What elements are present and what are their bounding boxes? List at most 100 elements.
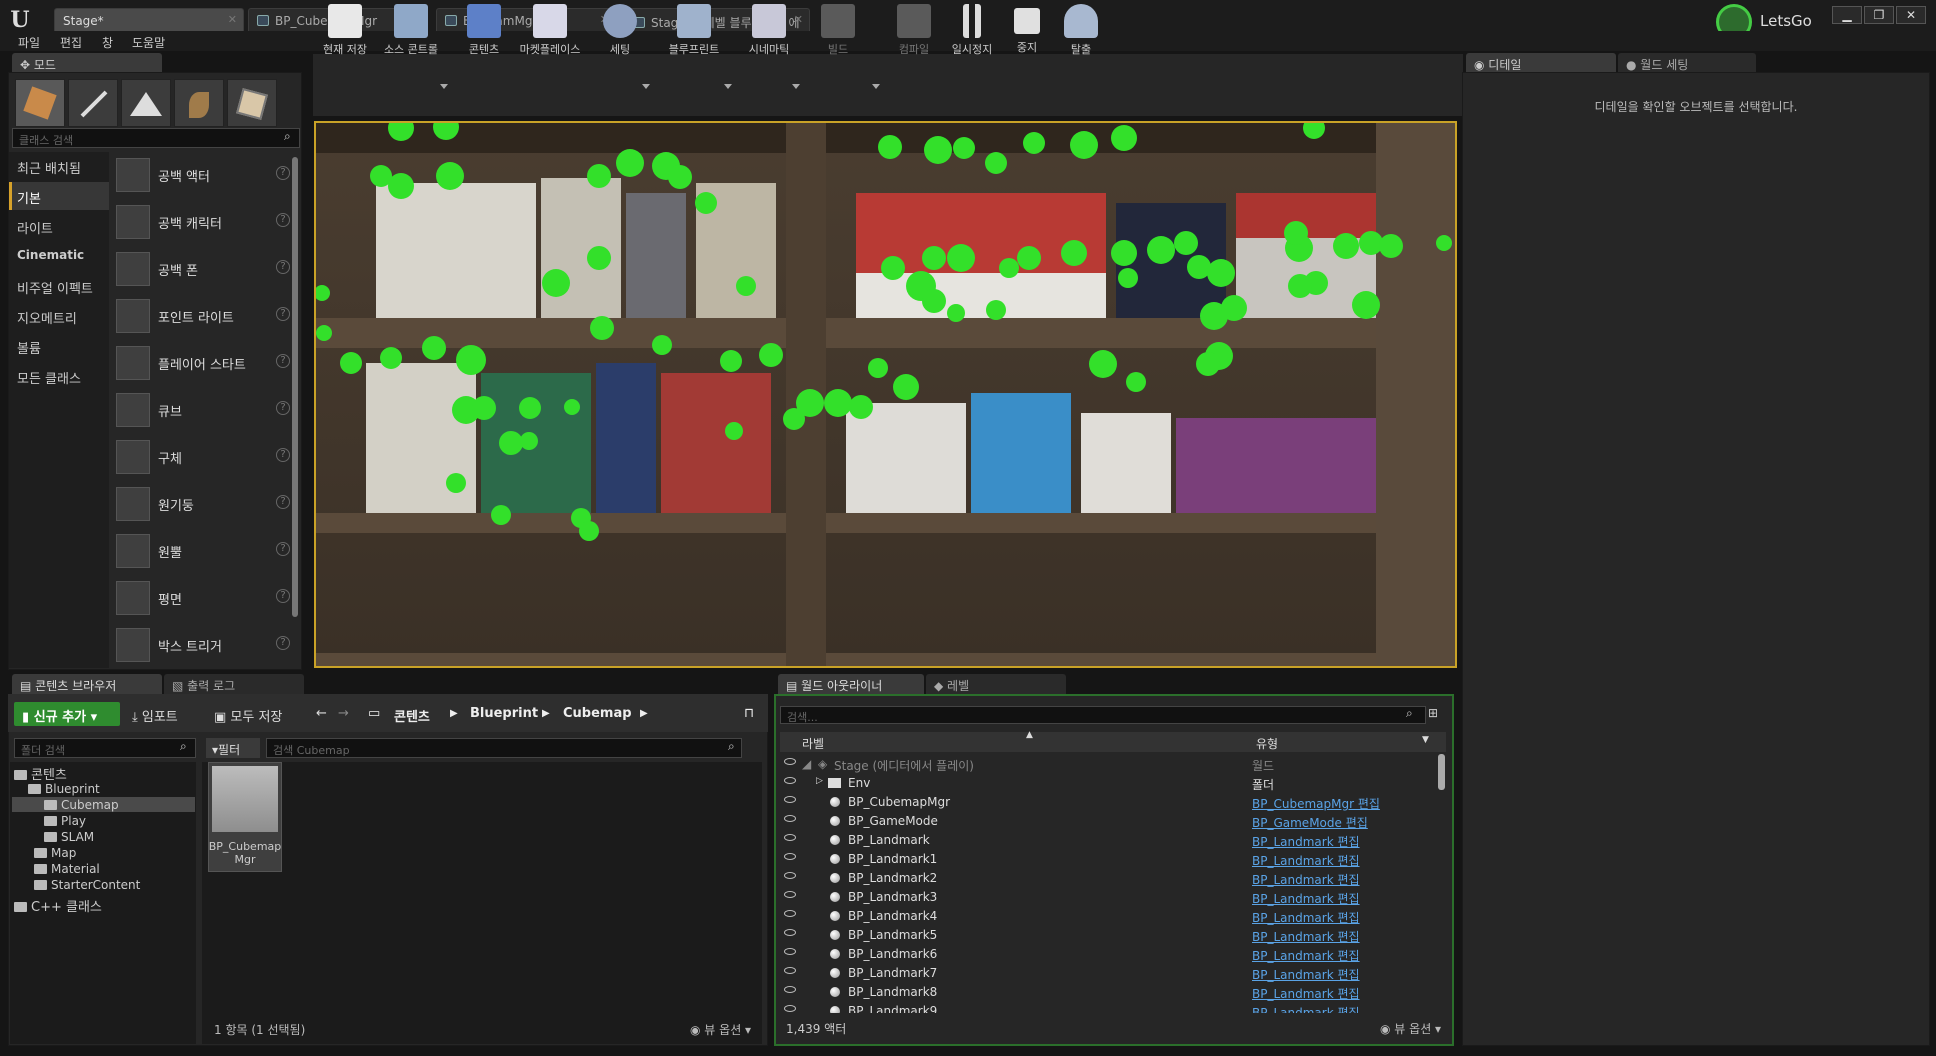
build-button[interactable]: 빌드	[810, 2, 866, 60]
eye-icon[interactable]	[784, 910, 796, 917]
world-outliner-tab[interactable]: ▤ 월드 아웃라이너	[778, 674, 924, 694]
source-control-button[interactable]: 소스 콘트롤	[376, 2, 446, 60]
place-item-cube[interactable]: 큐브?	[112, 387, 292, 433]
help-icon[interactable]: ?	[276, 166, 290, 180]
place-item-empty-character[interactable]: 공백 캐릭터?	[112, 199, 292, 245]
class-search-input[interactable]: 클래스 검색	[12, 128, 300, 148]
add-folder-icon[interactable]: ⊞	[1428, 706, 1438, 720]
eye-icon[interactable]	[784, 815, 796, 822]
eye-icon[interactable]	[784, 986, 796, 993]
eye-icon[interactable]	[784, 796, 796, 803]
world-settings-tab[interactable]: ● 월드 세팅	[1618, 53, 1756, 73]
outliner-row-actor[interactable]: BP_Landmark2 BP_Landmark 편집	[780, 868, 1436, 887]
view-options-button[interactable]: ◉ 뷰 옵션 ▾	[690, 1021, 751, 1038]
category-all-classes[interactable]: 모든 클래스	[9, 362, 109, 390]
eye-icon[interactable]	[784, 967, 796, 974]
stop-button[interactable]: 중지	[1000, 2, 1054, 60]
help-icon[interactable]: ?	[276, 448, 290, 462]
geometry-mode-button[interactable]	[227, 79, 277, 127]
eye-icon[interactable]	[784, 929, 796, 936]
eye-icon[interactable]	[784, 1005, 796, 1012]
menu-help[interactable]: 도움말	[132, 34, 165, 51]
help-icon[interactable]: ?	[276, 307, 290, 321]
modes-scrollbar[interactable]	[292, 157, 298, 617]
doc-tab-stage[interactable]: Stage* ✕	[54, 8, 244, 32]
menu-edit[interactable]: 편집	[60, 34, 82, 51]
breadcrumb-blueprint[interactable]: Blueprint	[470, 706, 538, 721]
add-new-button[interactable]: ▮ 신규 추가 ▾	[14, 702, 120, 726]
outliner-row-actor[interactable]: BP_Landmark BP_Landmark 편집	[780, 830, 1436, 849]
breadcrumb-cubemap[interactable]: Cubemap	[563, 706, 632, 721]
category-volumes[interactable]: 볼륨	[9, 332, 109, 360]
minimize-button[interactable]: ▁	[1832, 6, 1862, 24]
tree-node-material[interactable]: Material	[34, 862, 100, 876]
save-all-button[interactable]: ▣ 모두 저장	[214, 706, 282, 725]
levels-tab[interactable]: ◆ 레벨	[926, 674, 1066, 694]
outliner-row-folder[interactable]: ▷ Env 폴더	[780, 773, 1436, 792]
category-recent[interactable]: 최근 배치됨	[9, 152, 109, 180]
modes-tab[interactable]: ✥ 모드	[12, 53, 162, 73]
chevron-down-icon[interactable]	[724, 84, 732, 89]
level-viewport[interactable]	[314, 121, 1457, 668]
outliner-scrollbar[interactable]	[1438, 754, 1445, 790]
place-item-sphere[interactable]: 구체?	[112, 434, 292, 480]
tree-node-map[interactable]: Map	[34, 846, 76, 860]
help-icon[interactable]: ?	[276, 589, 290, 603]
chevron-down-icon[interactable]	[642, 84, 650, 89]
paint-mode-button[interactable]	[68, 79, 118, 127]
marketplace-button[interactable]: 마켓플레이스	[512, 2, 588, 60]
tree-node-slam[interactable]: SLAM	[44, 830, 94, 844]
outliner-row-actor[interactable]: BP_Landmark5 BP_Landmark 편집	[780, 925, 1436, 944]
place-item-point-light[interactable]: 포인트 라이트?	[112, 293, 292, 339]
forward-arrow-icon[interactable]: →	[338, 706, 349, 721]
place-mode-button[interactable]	[15, 79, 65, 127]
outliner-row-actor[interactable]: BP_Landmark4 BP_Landmark 편집	[780, 906, 1436, 925]
tree-node-cubemap[interactable]: Cubemap	[44, 798, 119, 812]
category-lights[interactable]: 라이트	[9, 212, 109, 240]
help-icon[interactable]: ?	[276, 354, 290, 368]
eject-button[interactable]: 탈출	[1054, 2, 1108, 60]
help-icon[interactable]: ?	[276, 542, 290, 556]
column-type[interactable]: 유형	[1256, 735, 1278, 752]
outliner-row-world[interactable]: ◢ ◈ Stage (에디터에서 플레이) 월드	[780, 754, 1436, 773]
help-icon[interactable]: ?	[276, 636, 290, 650]
tree-node-blueprint[interactable]: Blueprint	[28, 782, 100, 796]
eye-icon[interactable]	[784, 948, 796, 955]
close-icon[interactable]: ✕	[228, 13, 237, 26]
compile-button[interactable]: 컴파일	[886, 2, 942, 60]
category-basic[interactable]: 기본	[9, 182, 109, 210]
content-browser-tab[interactable]: ▤ 콘텐츠 브라우저	[12, 674, 162, 694]
filter-button[interactable]: ▾필터	[206, 738, 260, 758]
category-geometry[interactable]: 지오메트리	[9, 302, 109, 330]
lock-icon[interactable]: ⊓	[744, 706, 754, 721]
tree-node-cpp-classes[interactable]: C++ 클래스	[14, 896, 102, 915]
place-item-cylinder[interactable]: 원기둥?	[112, 481, 292, 527]
outliner-row-actor[interactable]: BP_Landmark6 BP_Landmark 편집	[780, 944, 1436, 963]
help-icon[interactable]: ?	[276, 213, 290, 227]
category-visual-effects[interactable]: 비주얼 이펙트	[9, 272, 109, 300]
chevron-down-icon[interactable]	[792, 84, 800, 89]
place-item-empty-actor[interactable]: 공백 액터?	[112, 152, 292, 198]
eye-icon[interactable]	[784, 853, 796, 860]
pause-button[interactable]: 일시정지	[944, 2, 1000, 60]
back-arrow-icon[interactable]: ←	[316, 706, 327, 721]
eye-icon[interactable]	[784, 891, 796, 898]
help-icon[interactable]: ?	[276, 260, 290, 274]
blueprints-button[interactable]: 블루프린트	[658, 2, 730, 60]
details-tab[interactable]: ◉ 디테일	[1466, 53, 1616, 73]
place-item-box-trigger[interactable]: 박스 트리거?	[112, 622, 292, 668]
place-item-empty-pawn[interactable]: 공백 폰?	[112, 246, 292, 292]
place-item-player-start[interactable]: 플레이어 스타트?	[112, 340, 292, 386]
foliage-mode-button[interactable]	[174, 79, 224, 127]
close-window-button[interactable]: ✕	[1896, 6, 1926, 24]
content-button[interactable]: 콘텐츠	[456, 2, 512, 60]
maximize-button[interactable]: ❐	[1864, 6, 1894, 24]
expand-icon[interactable]: ◢	[802, 757, 811, 771]
import-button[interactable]: ⤓ 임포트	[132, 706, 178, 725]
place-item-cone[interactable]: 원뿔?	[112, 528, 292, 574]
outliner-row-actor[interactable]: BP_Landmark3 BP_Landmark 편집	[780, 887, 1436, 906]
menu-window[interactable]: 창	[102, 34, 113, 51]
outliner-row-actor[interactable]: BP_Landmark8 BP_Landmark 편집	[780, 982, 1436, 1001]
place-item-plane[interactable]: 평면?	[112, 575, 292, 621]
outliner-row-actor[interactable]: BP_Landmark7 BP_Landmark 편집	[780, 963, 1436, 982]
